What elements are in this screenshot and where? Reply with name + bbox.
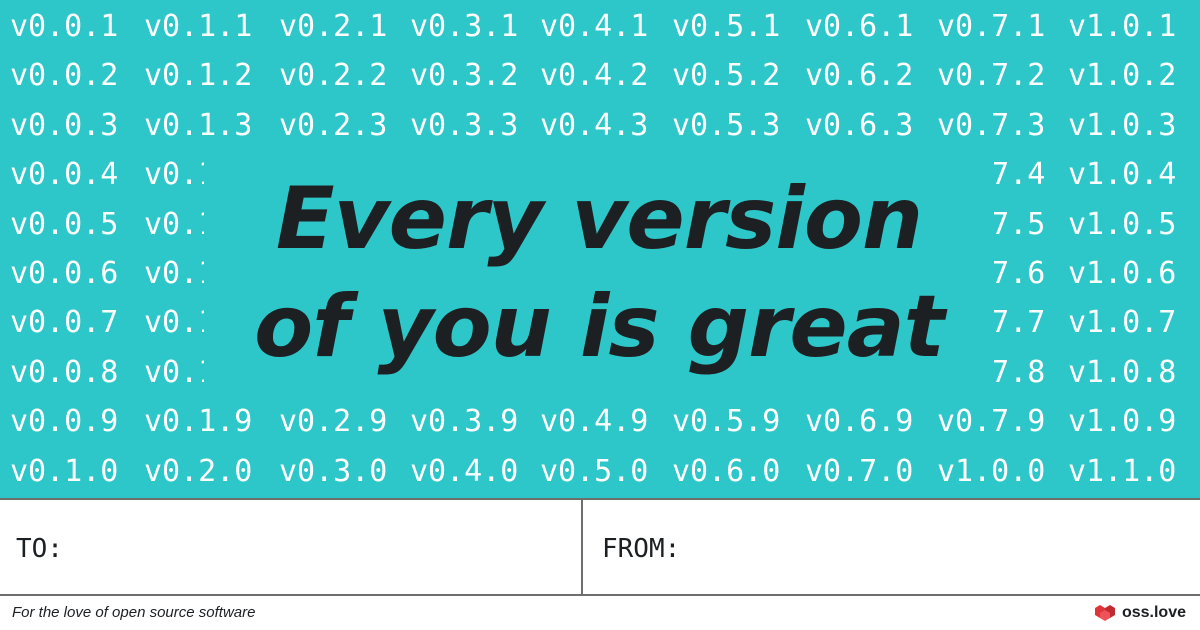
version-label: v0.0.7 [10,305,119,341]
address-section: TO: FROM: [0,498,1200,596]
version-label: v0.0.9 [10,404,119,440]
version-label: v1.0.6 [1068,256,1177,291]
version-label: v0.7.9 [937,404,1046,440]
version-label: v0.2.0 [144,453,253,489]
version-label: v0.4.0 [410,453,519,489]
version-label: v0.0.8 [10,354,119,390]
to-label: TO: [16,534,63,564]
version-label: v1.0.8 [1068,354,1177,390]
version-row: v0.0.1 v0.1.1 v0.2.1 v0.3.1 v0.4.1 v0.5.1 v0.6… [0,2,1200,52]
version-label: v0.5.0 [540,453,649,489]
version-label: v0.1.1 [144,9,253,44]
headline: Every version of you is great [204,165,994,381]
version-label: v1.0.2 [1068,58,1177,94]
version-label: v0.3.2 [410,58,519,94]
version-label: v0.7.1 [937,9,1046,44]
version-label: v0.5.3 [672,107,781,143]
address-divider [581,500,583,594]
version-label: v0.1.0 [10,453,119,489]
version-row: v0.0.3 v0.1.3 v0.2.3 v0.3.3 v0.4.3 v0.5.3 v0.6… [0,101,1200,151]
version-label: v1.0.4 [1068,157,1177,193]
version-label: v0.0.3 [10,107,119,143]
version-label: v0.0.2 [10,58,119,94]
headline-line-2: of you is great [254,277,945,377]
version-label: v0.4.2 [540,58,649,94]
version-label: v0.7.3 [937,107,1046,143]
version-label: v0.1.9 [144,404,253,440]
heart-cube-icon [1094,605,1115,621]
version-label: v1.1.0 [1068,453,1177,489]
version-label: v0.6.9 [805,404,914,440]
version-label: v0.3.3 [410,107,519,143]
version-label: v0.1.2 [144,58,253,94]
version-label: v0.2.3 [279,107,388,143]
version-label: v0.2.2 [279,58,388,94]
version-label: v0.5.1 [672,9,781,44]
version-label: v1.0.7 [1068,305,1177,341]
version-label: v0.6.0 [672,453,781,489]
version-label: v1.0.5 [1068,206,1177,242]
version-label: v0.0.5 [10,206,119,242]
version-label: v0.2.9 [279,404,388,440]
version-row: v0.1.0 v0.2.0 v0.3.0 v0.4.0 v0.5.0 v0.6.0 v0.7… [0,447,1200,497]
version-label: v0.1.3 [144,107,253,143]
brand: oss.love [1094,602,1186,624]
version-label: v0.0.4 [10,157,119,193]
version-label: v1.0.9 [1068,404,1177,440]
version-label: v0.7.0 [805,453,914,489]
version-row: v0.0.2 v0.1.2 v0.2.2 v0.3.2 v0.4.2 v0.5.2 v0.6… [0,51,1200,101]
version-label: v0.3.0 [279,453,388,489]
tagline: For the love of open source software [12,604,256,621]
version-label: v0.5.9 [672,404,781,440]
version-label: v0.6.3 [805,107,914,143]
version-label: v0.7.2 [937,58,1046,94]
version-label: v0.5.2 [672,58,781,94]
version-label: v0.4.1 [540,9,649,44]
version-label: v0.2.1 [279,9,388,44]
version-background: v0.0.1 v0.1.1 v0.2.1 v0.3.1 v0.4.1 v0.5.1 v0.6… [0,0,1200,498]
version-label: v1.0.0 [937,453,1046,489]
headline-line-1: Every version [275,169,923,269]
version-label: v0.4.3 [540,107,649,143]
version-label: v0.0.1 [10,9,119,44]
version-label: v0.6.2 [805,58,914,94]
version-label: v0.0.6 [10,256,119,291]
version-label: v0.3.1 [410,9,519,44]
version-label: v0.6.1 [805,9,914,44]
version-label: v0.4.9 [540,404,649,440]
footer: For the love of open source software oss… [0,596,1200,630]
version-row: v0.0.9 v0.1.9 v0.2.9 v0.3.9 v0.4.9 v0.5.9 v0.6… [0,397,1200,447]
version-label: v1.0.1 [1068,9,1177,44]
version-label: v0.3.9 [410,404,519,440]
brand-name: oss.love [1121,604,1186,621]
from-label: FROM: [602,534,681,564]
version-label: v1.0.3 [1068,107,1177,143]
